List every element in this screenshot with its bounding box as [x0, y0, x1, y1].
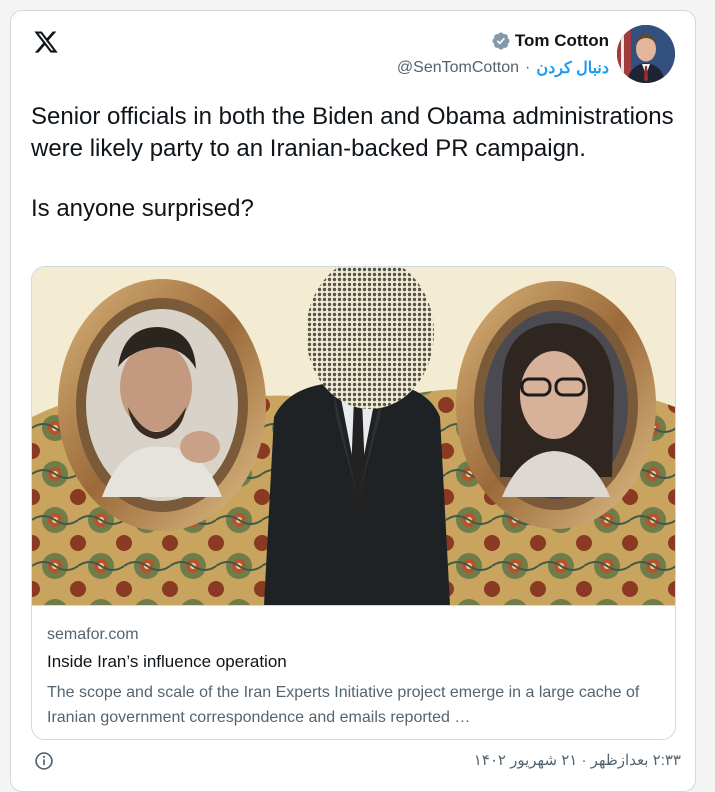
link-description: The scope and scale of the Iran Experts … — [47, 684, 640, 726]
tweet-paragraph: Is anyone surprised? — [31, 195, 254, 222]
link-preview-info[interactable]: semafor.com Inside Iran’s influence oper… — [32, 605, 675, 739]
tweet-embed-card: Tom Cotton @SenTomCotton · دنبال کردن Se… — [10, 10, 696, 792]
link-title[interactable]: Inside Iran’s influence operation — [47, 652, 287, 672]
author-meta-row: @SenTomCotton · دنبال کردن — [397, 58, 609, 78]
author-name-row[interactable]: Tom Cotton — [491, 31, 609, 51]
x-logo-icon[interactable] — [33, 29, 59, 55]
tweet-footer: ۲:۳۳ بعدازظهر · ۲۱ شهریور ۱۴۰۲ — [31, 749, 681, 771]
verified-badge-icon — [492, 32, 510, 50]
info-icon[interactable] — [34, 751, 54, 771]
avatar[interactable] — [617, 25, 675, 83]
tweet-paragraph: Senior officials in both the Biden and O… — [31, 103, 674, 162]
author-handle[interactable]: @SenTomCotton — [397, 59, 519, 77]
article-image[interactable] — [32, 267, 675, 605]
author-name[interactable]: Tom Cotton — [515, 31, 609, 51]
tweet-timestamp[interactable]: ۲:۳۳ بعدازظهر · ۲۱ شهریور ۱۴۰۲ — [474, 751, 681, 769]
link-domain: semafor.com — [47, 626, 139, 643]
link-preview-card[interactable]: semafor.com Inside Iran’s influence oper… — [31, 266, 676, 740]
follow-button[interactable]: دنبال کردن — [536, 58, 609, 78]
meta-separator: · — [525, 59, 531, 76]
tweet-text: Senior officials in both the Biden and O… — [31, 101, 681, 225]
